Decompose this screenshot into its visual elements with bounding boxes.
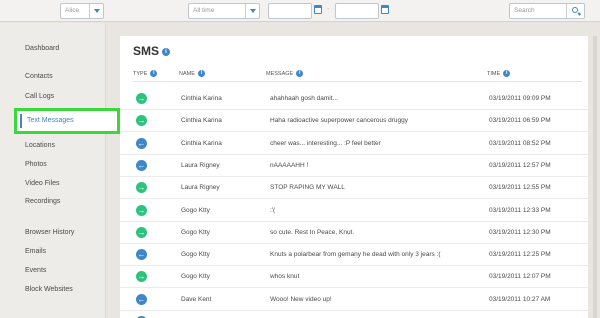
scrollbar[interactable]	[593, 36, 597, 318]
cell-name: Gogo Ktty	[181, 206, 210, 214]
info-icon[interactable]: i	[503, 70, 511, 77]
sidebar-item-contacts[interactable]: Contacts	[25, 73, 53, 80]
page-title: SMS i	[133, 44, 171, 58]
sidebar-item-locations[interactable]: Locations	[25, 142, 55, 149]
table-row[interactable]: → Cinthia Karina Haha radioactive superpow…	[120, 110, 588, 133]
table-row[interactable]: → Laura Rigney STOP RAPING MY WALL 03/19/20…	[120, 177, 588, 200]
arrow-right-icon: →	[136, 182, 147, 194]
chevron-down-icon[interactable]	[245, 4, 259, 18]
calendar-icon[interactable]	[314, 5, 322, 14]
sidebar-item-events[interactable]: Events	[25, 267, 46, 274]
header-divider	[133, 81, 582, 82]
cell-message: Knuts a polarbear from gemany he dead wi…	[270, 251, 441, 259]
column-header-type[interactable]: TYPE i	[133, 70, 158, 77]
cell-time: 03/19/2011 09:09 PM	[489, 95, 551, 102]
sidebar-item-photos[interactable]: Photos	[25, 161, 47, 168]
arrow-left-icon: ←	[136, 249, 147, 261]
sidebar-item-dashboard[interactable]: Dashboard	[25, 45, 59, 52]
table-row[interactable]: → Gogo Ktty whos knut 03/19/2011 12:07 PM	[120, 266, 588, 289]
sidebar-item-call-logs[interactable]: Call Logs	[25, 93, 54, 100]
page-title-text: SMS	[133, 44, 160, 58]
arrow-right-icon: →	[136, 93, 147, 104]
period-select[interactable]: All time	[188, 3, 260, 19]
column-header-time[interactable]: TIME i	[487, 70, 511, 77]
cell-name: Cinthia Karina	[181, 95, 222, 102]
cell-name: Cinthia Karina	[181, 139, 222, 147]
arrow-left-icon: ←	[136, 137, 147, 149]
cell-name: Dave Kent	[181, 295, 212, 303]
info-icon[interactable]: i	[296, 70, 304, 77]
sidebar-item-emails[interactable]: Emails	[25, 248, 46, 255]
sidebar-item-recordings[interactable]: Recordings	[25, 198, 60, 205]
search-icon	[572, 7, 578, 13]
arrow-left-icon: ←	[136, 293, 147, 305]
cell-message: :'(	[270, 206, 276, 214]
cell-message: STOP RAPING MY WALL	[270, 184, 345, 192]
top-filter-bar: Alice All time - Search	[0, 0, 600, 22]
cell-name: Gogo Ktty	[181, 273, 210, 281]
cell-message: ahahhaah gosh damit...	[270, 95, 338, 102]
user-select[interactable]: Alice	[60, 3, 104, 19]
cell-message: cheer was... interesting... :P feel bett…	[270, 139, 381, 147]
column-header-name[interactable]: NAME i	[179, 70, 205, 77]
search-button[interactable]	[566, 4, 584, 18]
table-row[interactable]: ← Laura Rigney nAAAAAHH ! 03/19/2011 12:57 …	[120, 155, 588, 177]
table-row[interactable]: → Cinthia Karina ahahhaah gosh damit... 03/…	[120, 88, 588, 110]
cell-time: 03/19/2011 12:55 PM	[489, 184, 551, 192]
search-placeholder: Search	[514, 7, 535, 14]
cell-name: Laura Rigney	[181, 161, 220, 169]
sms-panel: SMS i TYPE i NAME i MESSAGE i TIME i → Cinthia…	[120, 36, 588, 318]
date-range-separator: -	[327, 6, 330, 13]
user-select-value: Alice	[65, 7, 80, 14]
cell-time: 03/19/2011 12:57 PM	[489, 161, 551, 169]
column-header-message[interactable]: MESSAGE i	[266, 70, 304, 77]
sidebar-item-browser-history[interactable]: Browser History	[25, 229, 74, 236]
arrow-right-icon: →	[136, 271, 147, 283]
cell-time: 03/19/2011 12:25 PM	[489, 251, 551, 259]
table-row[interactable]: ← Gogo Ktty Knuts a polarbear from gemany …	[120, 244, 588, 267]
arrow-left-icon: ←	[136, 159, 147, 171]
cell-time: 03/19/2011 12:07 PM	[489, 273, 551, 281]
arrow-right-icon: →	[136, 226, 147, 238]
table-row[interactable]: → Gogo Ktty :'( 03/19/2011 12:33 PM	[120, 200, 588, 222]
info-icon[interactable]: i	[197, 70, 205, 77]
cell-message: Wooo! New video up!	[270, 295, 332, 303]
sidebar-item-video-files[interactable]: Video Files	[25, 180, 60, 187]
arrow-right-icon: →	[136, 115, 147, 127]
sidebar	[0, 23, 106, 318]
table-row[interactable]: ← Cinthia Karina cheer was... interesting.…	[120, 133, 588, 155]
cell-message: nAAAAAHH !	[270, 161, 309, 169]
date-to-input[interactable]	[335, 3, 379, 19]
table-row[interactable]: ←Dave KentU'R DOING IT WRONG.03/19/2011 …	[120, 311, 588, 318]
cell-time: 03/19/2011 12:30 PM	[489, 228, 551, 236]
date-from-input[interactable]	[268, 3, 312, 19]
info-icon[interactable]: i	[150, 70, 158, 77]
cell-name: Cinthia Karina	[181, 117, 222, 125]
cell-message: so cute. Rest In Peace, Knut.	[270, 228, 355, 236]
cell-time: 03/19/2011 08:52 PM	[489, 139, 551, 147]
sidebar-item-text-messages[interactable]: Text Messages	[14, 108, 120, 134]
sidebar-item-block-websites[interactable]: Block Websites	[25, 286, 73, 293]
arrow-right-icon: →	[136, 204, 147, 216]
cell-name: Laura Rigney	[181, 184, 220, 192]
table-row[interactable]: → Gogo Ktty so cute. Rest In Peace, Knut. 0…	[120, 222, 588, 244]
cell-message: whos knut	[270, 273, 300, 281]
chevron-down-icon[interactable]	[89, 4, 103, 18]
cell-message: Haha radioactive superpower cancerous dr…	[270, 117, 409, 125]
period-select-value: All time	[193, 7, 215, 14]
info-icon[interactable]: i	[162, 47, 171, 56]
calendar-icon[interactable]	[381, 5, 389, 14]
cell-time: 03/19/2011 10:27 AM	[489, 295, 551, 303]
cell-name: Gogo Ktty	[181, 251, 210, 259]
cell-name: Gogo Ktty	[181, 228, 210, 236]
cell-time: 03/19/2011 06:59 PM	[489, 117, 551, 125]
table-row[interactable]: ← Dave Kent Wooo! New video up! 03/19/2011 …	[120, 289, 588, 311]
search-input[interactable]: Search	[509, 3, 585, 19]
cell-time: 03/19/2011 12:33 PM	[489, 206, 551, 214]
